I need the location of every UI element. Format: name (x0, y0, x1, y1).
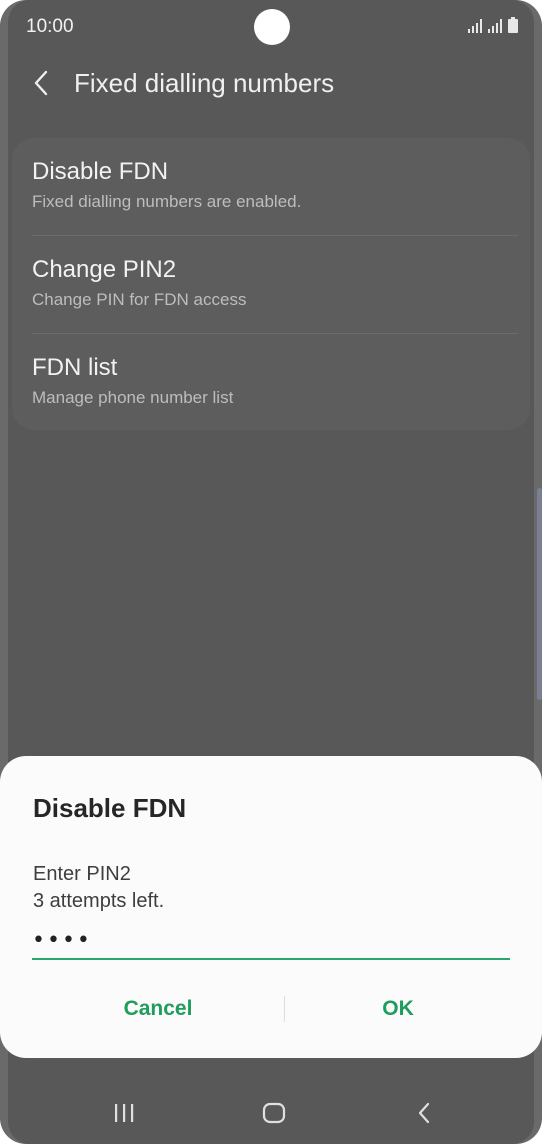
app-header: Fixed dialling numbers (8, 60, 534, 108)
setting-disable-fdn[interactable]: Disable FDN Fixed dialling numbers are e… (12, 138, 530, 236)
back-button[interactable] (30, 68, 54, 98)
battery-icon (508, 17, 518, 33)
setting-title: Disable FDN (32, 158, 169, 185)
home-button[interactable] (254, 1098, 294, 1128)
status-icons (468, 17, 518, 33)
signal-icon (468, 19, 482, 33)
edge-panel-handle[interactable] (537, 488, 542, 700)
phone-frame: 10:00 Fixed dialling numbers Disable FDN… (0, 0, 542, 1144)
setting-subtitle: Fixed dialling numbers are enabled. (32, 192, 302, 211)
page-title: Fixed dialling numbers (74, 68, 335, 98)
disable-fdn-dialog: Disable FDN Enter PIN2 3 attempts left. … (0, 756, 542, 1058)
home-icon (262, 1102, 286, 1124)
signal-icon (488, 19, 502, 33)
recents-button[interactable] (104, 1098, 144, 1128)
nav-back-icon (418, 1102, 430, 1124)
chevron-left-icon (34, 70, 48, 96)
setting-title: FDN list (32, 354, 118, 381)
setting-fdn-list[interactable]: FDN list Manage phone number list (12, 334, 530, 432)
setting-title: Change PIN2 (32, 256, 177, 283)
ok-button[interactable]: OK (278, 984, 518, 1034)
setting-subtitle: Manage phone number list (32, 388, 234, 407)
status-time: 10:00 (26, 16, 74, 37)
recents-icon (115, 1104, 134, 1122)
cancel-button[interactable]: Cancel (38, 984, 278, 1034)
navigation-bar (8, 1080, 542, 1144)
attempts-left-text: 3 attempts left. (33, 890, 165, 912)
setting-change-pin2[interactable]: Change PIN2 Change PIN for FDN access (12, 236, 530, 334)
dialog-title: Disable FDN (33, 793, 187, 823)
nav-back-button[interactable] (404, 1098, 444, 1128)
settings-card: Disable FDN Fixed dialling numbers are e… (12, 138, 530, 430)
dialog-message: Enter PIN2 (33, 863, 131, 885)
pin2-input[interactable] (32, 922, 510, 960)
setting-subtitle: Change PIN for FDN access (32, 290, 247, 309)
front-camera (254, 9, 290, 45)
